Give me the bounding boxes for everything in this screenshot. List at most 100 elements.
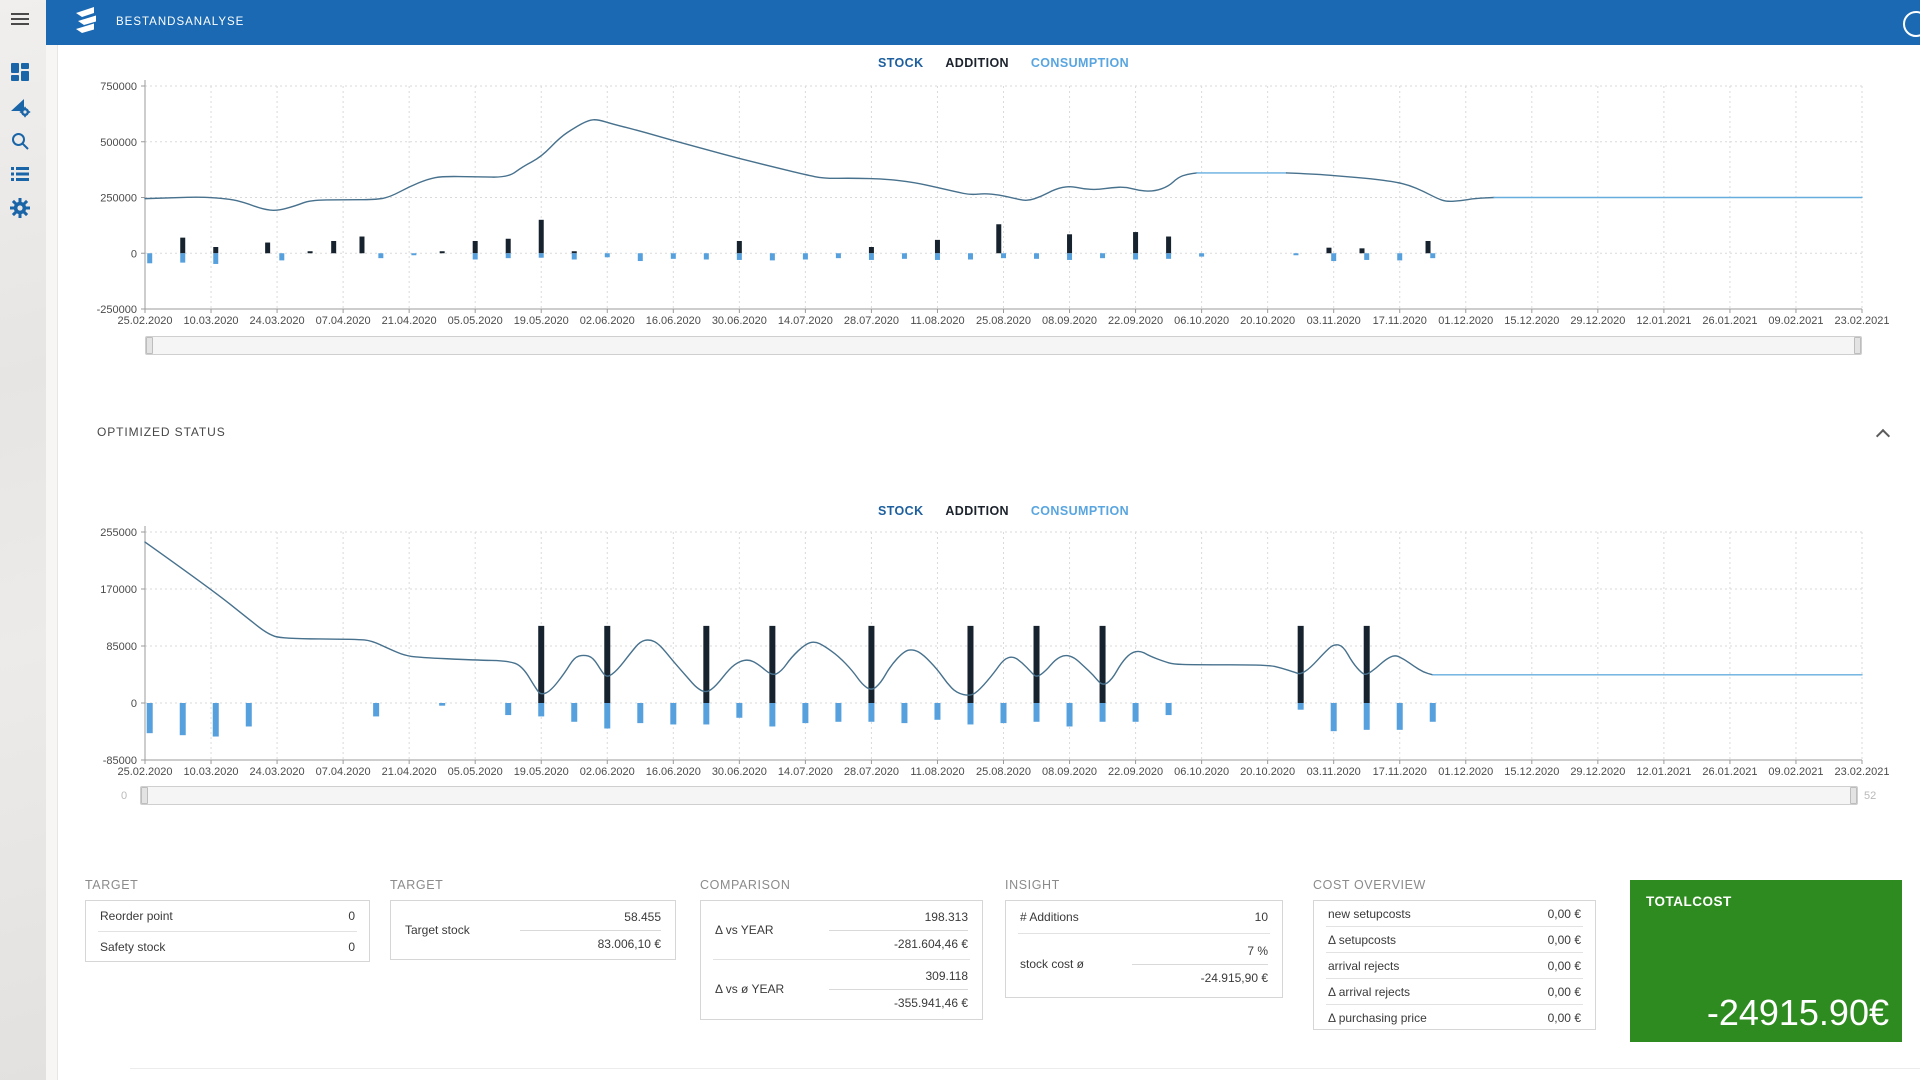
row-value-bottom: -281.604,46 € [829, 931, 968, 957]
hamburger-menu-icon[interactable] [11, 13, 29, 25]
totalcost-value: -24915.90€ [1707, 992, 1889, 1034]
table-row: arrival rejects 0,00 € [1314, 953, 1595, 978]
svg-text:05.05.2020: 05.05.2020 [448, 315, 503, 327]
svg-text:02.06.2020: 02.06.2020 [580, 766, 635, 778]
svg-text:26.01.2021: 26.01.2021 [1702, 315, 1757, 327]
stock-chart-current: 25.02.202010.03.202024.03.202007.04.2020… [90, 50, 1920, 350]
legend-addition[interactable]: ADDITION [945, 56, 1009, 70]
chart2-range-slider[interactable] [140, 786, 1858, 805]
table-row: Target stock 58.455 83.006,10 € [391, 901, 675, 959]
row-label: # Additions [1020, 910, 1079, 924]
legend-stock[interactable]: STOCK [878, 504, 924, 518]
target1-title: TARGET [85, 878, 138, 892]
svg-text:21.04.2020: 21.04.2020 [382, 315, 437, 327]
row-value: 0,00 € [1548, 907, 1581, 921]
svg-text:11.08.2020: 11.08.2020 [910, 315, 964, 327]
legend-stock[interactable]: STOCK [878, 56, 924, 70]
legend-addition[interactable]: ADDITION [945, 504, 1009, 518]
row-label: arrival rejects [1328, 959, 1399, 973]
svg-text:19.05.2020: 19.05.2020 [514, 315, 569, 327]
svg-text:06.10.2020: 06.10.2020 [1174, 315, 1229, 327]
row-label: Δ vs ø YEAR [715, 982, 829, 996]
row-label: new setupcosts [1328, 907, 1411, 921]
totalcost-card: TOTALCOST -24915.90€ [1630, 880, 1902, 1042]
search-icon[interactable] [9, 130, 31, 152]
svg-text:28.07.2020: 28.07.2020 [844, 315, 899, 327]
svg-text:25.02.2020: 25.02.2020 [117, 315, 172, 327]
cost-overview-title: COST OVERVIEW [1313, 878, 1426, 892]
legend-consumption[interactable]: CONSUMPTION [1031, 56, 1129, 70]
legend-consumption[interactable]: CONSUMPTION [1031, 504, 1129, 518]
slider-handle-left[interactable] [141, 787, 148, 804]
table-row: Δ purchasing price 0,00 € [1314, 1005, 1595, 1030]
svg-text:08.09.2020: 08.09.2020 [1042, 766, 1097, 778]
target1-panel: Reorder point 0 Safety stock 0 [85, 900, 370, 962]
svg-text:03.11.2020: 03.11.2020 [1307, 315, 1361, 327]
chart1-range-slider[interactable] [145, 336, 1862, 355]
row-value: 0 [348, 940, 355, 954]
svg-text:01.12.2020: 01.12.2020 [1438, 315, 1493, 327]
chart1-legend: STOCK ADDITION CONSUMPTION [145, 56, 1862, 70]
topbar: BESTANDSANALYSE [46, 0, 1920, 45]
svg-text:10.03.2020: 10.03.2020 [184, 315, 239, 327]
row-value-bottom: 83.006,10 € [520, 931, 661, 957]
svg-text:85000: 85000 [106, 641, 137, 653]
svg-text:28.07.2020: 28.07.2020 [844, 766, 899, 778]
table-row: Δ vs ø YEAR 309.118 -355.941,46 € [701, 960, 982, 1018]
comparison-panel: Δ vs YEAR 198.313 -281.604,46 € Δ vs ø Y… [700, 900, 983, 1020]
row-value: 10 [1255, 910, 1268, 924]
row-value-top: 7 % [1132, 938, 1268, 964]
row-value-bottom: -24.915,90 € [1132, 965, 1268, 991]
stock-chart-optimized: 25.02.202010.03.202024.03.202007.04.2020… [90, 495, 1920, 795]
svg-text:-85000: -85000 [103, 755, 137, 767]
row-label: Δ setupcosts [1328, 933, 1396, 947]
svg-text:23.02.2021: 23.02.2021 [1834, 766, 1889, 778]
svg-text:01.12.2020: 01.12.2020 [1438, 766, 1493, 778]
svg-text:03.11.2020: 03.11.2020 [1307, 766, 1361, 778]
insight-panel: # Additions 10 stock cost ø 7 % -24.915,… [1005, 900, 1283, 998]
svg-text:09.02.2021: 09.02.2021 [1768, 766, 1823, 778]
svg-text:0: 0 [131, 248, 137, 260]
svg-text:14.07.2020: 14.07.2020 [778, 315, 833, 327]
row-label: Reorder point [100, 909, 173, 923]
svg-text:16.06.2020: 16.06.2020 [646, 315, 701, 327]
slider-handle-right[interactable] [1854, 337, 1861, 354]
svg-text:15.12.2020: 15.12.2020 [1504, 766, 1559, 778]
row-value-bottom: -355.941,46 € [829, 990, 968, 1016]
row-value: 0,00 € [1548, 959, 1581, 973]
table-row: Δ arrival rejects 0,00 € [1314, 979, 1595, 1004]
svg-text:-250000: -250000 [97, 304, 137, 316]
svg-text:07.04.2020: 07.04.2020 [316, 766, 371, 778]
footer-divider [130, 1068, 1920, 1069]
cost-overview-panel: new setupcosts 0,00 € Δ setupcosts 0,00 … [1313, 900, 1596, 1030]
analytics-icon[interactable] [9, 96, 31, 118]
svg-text:12.01.2021: 12.01.2021 [1636, 766, 1691, 778]
settings-icon[interactable] [9, 197, 31, 219]
list-icon[interactable] [9, 163, 31, 185]
svg-text:16.06.2020: 16.06.2020 [646, 766, 701, 778]
dashboard-icon[interactable] [9, 61, 31, 83]
svg-text:24.03.2020: 24.03.2020 [250, 315, 305, 327]
collapse-chevron-up-icon[interactable] [1878, 428, 1889, 439]
row-label: stock cost ø [1020, 957, 1132, 971]
slider-max-label: 52 [1864, 790, 1876, 802]
svg-text:17.11.2020: 17.11.2020 [1373, 766, 1427, 778]
chart2-legend: STOCK ADDITION CONSUMPTION [145, 504, 1862, 518]
target2-title: TARGET [390, 878, 443, 892]
comparison-title: COMPARISON [700, 878, 791, 892]
svg-text:30.06.2020: 30.06.2020 [712, 766, 767, 778]
row-value: 0,00 € [1548, 933, 1581, 947]
svg-text:29.12.2020: 29.12.2020 [1570, 315, 1625, 327]
slider-handle-right[interactable] [1850, 787, 1857, 804]
svg-text:0: 0 [131, 698, 137, 710]
table-row: Reorder point 0 [86, 901, 369, 931]
svg-text:11.08.2020: 11.08.2020 [910, 766, 964, 778]
optimized-status-header: OPTIMIZED STATUS [97, 425, 226, 439]
svg-text:06.10.2020: 06.10.2020 [1174, 766, 1229, 778]
account-icon[interactable] [1903, 11, 1920, 37]
table-row: Δ setupcosts 0,00 € [1314, 927, 1595, 952]
table-row: # Additions 10 [1006, 901, 1282, 933]
svg-text:30.06.2020: 30.06.2020 [712, 315, 767, 327]
svg-text:25.02.2020: 25.02.2020 [117, 766, 172, 778]
slider-handle-left[interactable] [146, 337, 153, 354]
